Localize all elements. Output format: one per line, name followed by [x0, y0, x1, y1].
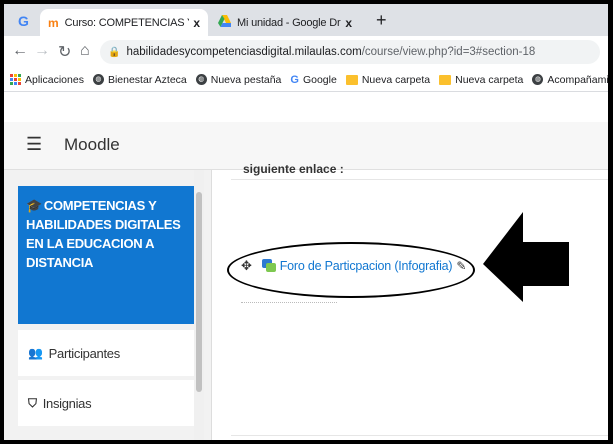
- reload-icon[interactable]: ↻: [58, 42, 71, 62]
- divider: [231, 179, 608, 180]
- back-arrow-icon[interactable]: ←: [12, 42, 28, 60]
- home-icon[interactable]: ⌂: [80, 42, 90, 60]
- bookmark-label: Aplicaciones: [25, 73, 84, 86]
- google-icon: G: [18, 13, 29, 29]
- url-path: /course/view.php?id=3#section-18: [361, 46, 536, 58]
- navigation-bar: ← → ↻ ⌂ 🔒 habilidadesycompetenciasdigita…: [4, 36, 608, 68]
- bookmark-label: Nueva carpeta: [455, 73, 524, 86]
- folder-icon: [345, 74, 358, 85]
- divider: [241, 302, 337, 303]
- bookmark-label: Google: [302, 73, 337, 86]
- course-content: siguiente enlace : ✥ Foro de Particpacio…: [213, 162, 608, 440]
- drawer-item-label: Participantes: [48, 345, 121, 361]
- tab-title: Mi unidad - Google Drive: [237, 16, 341, 29]
- bookmark-label: Nueva pestaña: [210, 73, 282, 86]
- bookmark-acompanamiento[interactable]: ◍ Acompañamiento P...: [532, 74, 608, 86]
- bookmark-label: Nueva carpeta: [361, 73, 431, 86]
- google-icon: G: [290, 73, 299, 86]
- nav-drawer: 🎓 COMPETENCIAS Y HABILIDADES DIGITALES EN…: [4, 170, 212, 440]
- lock-icon: 🔒: [108, 46, 121, 58]
- globe-icon: ◍: [532, 74, 544, 85]
- new-tab-button[interactable]: +: [376, 10, 387, 31]
- tab-google-drive[interactable]: Mi unidad - Google Drive x: [210, 9, 360, 36]
- bookmark-label: Acompañamiento P...: [547, 73, 608, 86]
- drawer-scrollbar[interactable]: [194, 170, 204, 440]
- bookmark-nueva-pestana[interactable]: ◍ Nueva pestaña: [195, 73, 282, 86]
- shield-icon: ⛉: [28, 395, 37, 410]
- divider: [231, 435, 608, 436]
- drawer-course-link[interactable]: 🎓 COMPETENCIAS Y HABILIDADES DIGITALES EN…: [18, 186, 194, 324]
- bookmark-label: Bienestar Azteca: [107, 73, 187, 86]
- site-brand[interactable]: Moodle: [64, 135, 120, 155]
- bookmark-folder-1[interactable]: Nueva carpeta: [345, 73, 431, 86]
- apps-grid-icon: [10, 74, 21, 85]
- section-text: siguiente enlace :: [243, 162, 344, 176]
- forward-arrow-icon[interactable]: →: [34, 42, 50, 60]
- course-name: COMPETENCIAS Y HABILIDADES DIGITALES EN …: [26, 198, 181, 270]
- drawer-item-label: Insignias: [42, 395, 92, 411]
- tab-title: Curso: COMPETENCIAS Y HABILI: [64, 16, 190, 29]
- globe-icon: ◍: [92, 74, 104, 85]
- bookmark-folder-2[interactable]: Nueva carpeta: [439, 74, 523, 86]
- annotation-arrow-icon: [483, 212, 569, 302]
- scrollbar-thumb[interactable]: [196, 192, 202, 392]
- bookmark-apps[interactable]: Aplicaciones: [10, 74, 84, 86]
- url-host: habilidadesycompetenciasdigital.milaulas…: [126, 46, 362, 58]
- globe-icon: ◍: [195, 74, 207, 85]
- address-bar[interactable]: 🔒 habilidadesycompetenciasdigital.milaul…: [100, 40, 600, 64]
- bookmarks-bar: Aplicaciones ◍ Bienestar Azteca ◍ Nueva …: [4, 68, 608, 92]
- folder-icon: [439, 74, 452, 85]
- tab-strip: G m Curso: COMPETENCIAS Y HABILI x Mi un…: [4, 4, 608, 36]
- close-icon[interactable]: x: [345, 16, 352, 30]
- google-drive-icon: [218, 15, 231, 30]
- screenshot-frame: G m Curso: COMPETENCIAS Y HABILI x Mi un…: [4, 4, 608, 440]
- bookmark-bienestar[interactable]: ◍ Bienestar Azteca: [92, 73, 187, 86]
- moodle-icon: m: [48, 15, 59, 30]
- annotation-oval: [227, 242, 475, 298]
- tab-course[interactable]: m Curso: COMPETENCIAS Y HABILI x: [40, 9, 208, 36]
- bookmark-google[interactable]: G Google: [290, 74, 336, 86]
- hamburger-menu-icon[interactable]: ☰: [26, 134, 42, 155]
- close-icon[interactable]: x: [193, 16, 200, 30]
- graduation-cap-icon: 🎓: [26, 198, 42, 213]
- drawer-item-participantes[interactable]: 👥 Participantes: [18, 330, 194, 376]
- drawer-item-insignias[interactable]: ⛉ Insignias: [18, 380, 194, 426]
- users-icon: 👥: [28, 346, 43, 360]
